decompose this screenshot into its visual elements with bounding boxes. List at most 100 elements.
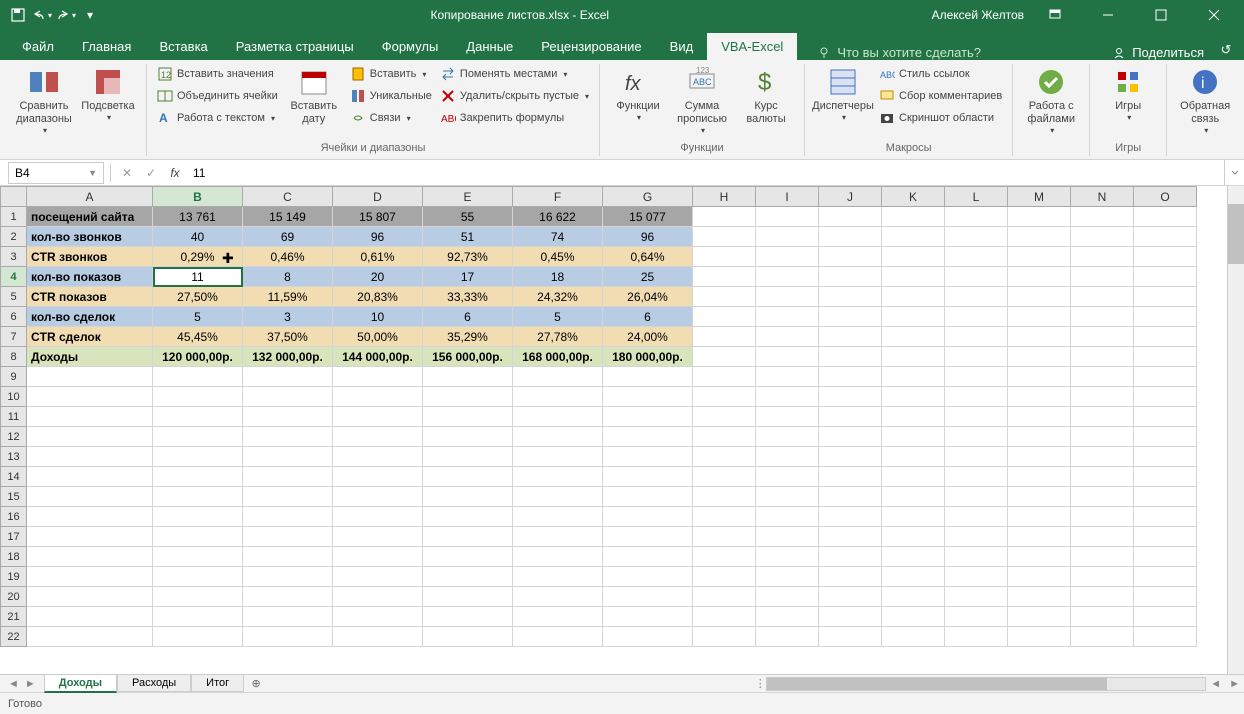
cell-E16[interactable] xyxy=(423,507,513,527)
cell-K17[interactable] xyxy=(882,527,945,547)
expand-formula-bar-icon[interactable] xyxy=(1224,160,1244,185)
cell-L14[interactable] xyxy=(945,467,1008,487)
cell-B10[interactable] xyxy=(153,387,243,407)
cell-F7[interactable]: 27,78% xyxy=(513,327,603,347)
cell-N15[interactable] xyxy=(1071,487,1134,507)
cell-A18[interactable] xyxy=(27,547,153,567)
cell-N11[interactable] xyxy=(1071,407,1134,427)
row-header-6[interactable]: 6 xyxy=(1,307,27,327)
cell-H9[interactable] xyxy=(693,367,756,387)
cell-L3[interactable] xyxy=(945,247,1008,267)
cell-F1[interactable]: 16 622 xyxy=(513,207,603,227)
cell-I5[interactable] xyxy=(756,287,819,307)
col-header-D[interactable]: D xyxy=(333,187,423,207)
maximize-button[interactable] xyxy=(1138,0,1183,30)
cell-J19[interactable] xyxy=(819,567,882,587)
cell-K21[interactable] xyxy=(882,607,945,627)
swap-button[interactable]: Поменять местами▾ xyxy=(436,64,593,84)
cell-C13[interactable] xyxy=(243,447,333,467)
cell-D2[interactable]: 96 xyxy=(333,227,423,247)
cell-K6[interactable] xyxy=(882,307,945,327)
cell-L17[interactable] xyxy=(945,527,1008,547)
cell-H2[interactable] xyxy=(693,227,756,247)
cell-O5[interactable] xyxy=(1134,287,1197,307)
cell-D1[interactable]: 15 807 xyxy=(333,207,423,227)
cell-J8[interactable] xyxy=(819,347,882,367)
cell-G22[interactable] xyxy=(603,627,693,647)
cell-E2[interactable]: 51 xyxy=(423,227,513,247)
cell-N22[interactable] xyxy=(1071,627,1134,647)
cell-I13[interactable] xyxy=(756,447,819,467)
row-header-2[interactable]: 2 xyxy=(1,227,27,247)
cell-F9[interactable] xyxy=(513,367,603,387)
cell-E4[interactable]: 17 xyxy=(423,267,513,287)
cell-H17[interactable] xyxy=(693,527,756,547)
row-header-5[interactable]: 5 xyxy=(1,287,27,307)
cell-I6[interactable] xyxy=(756,307,819,327)
row-header-17[interactable]: 17 xyxy=(1,527,27,547)
cell-G11[interactable] xyxy=(603,407,693,427)
cell-L18[interactable] xyxy=(945,547,1008,567)
cell-F13[interactable] xyxy=(513,447,603,467)
cell-A7[interactable]: CTR сделок xyxy=(27,327,153,347)
text-tools-button[interactable]: AРабота с текстом▾ xyxy=(153,108,282,128)
cell-E19[interactable] xyxy=(423,567,513,587)
cell-E21[interactable] xyxy=(423,607,513,627)
cell-E10[interactable] xyxy=(423,387,513,407)
dispatchers-button[interactable]: Диспетчеры▾ xyxy=(811,64,875,125)
cell-L4[interactable] xyxy=(945,267,1008,287)
cell-L9[interactable] xyxy=(945,367,1008,387)
cell-C10[interactable] xyxy=(243,387,333,407)
vertical-scrollbar[interactable] xyxy=(1227,186,1244,674)
cell-D10[interactable] xyxy=(333,387,423,407)
cell-O3[interactable] xyxy=(1134,247,1197,267)
cell-G13[interactable] xyxy=(603,447,693,467)
cell-J21[interactable] xyxy=(819,607,882,627)
close-button[interactable] xyxy=(1191,0,1236,30)
row-header-7[interactable]: 7 xyxy=(1,327,27,347)
cell-B2[interactable]: 40 xyxy=(153,227,243,247)
cell-A3[interactable]: CTR звонков xyxy=(27,247,153,267)
cell-A6[interactable]: кол-во сделок xyxy=(27,307,153,327)
cell-G16[interactable] xyxy=(603,507,693,527)
cell-B3[interactable]: 0,29% xyxy=(153,247,243,267)
cell-G19[interactable] xyxy=(603,567,693,587)
history-icon[interactable]: ↺ xyxy=(1216,40,1236,60)
cell-G2[interactable]: 96 xyxy=(603,227,693,247)
cell-J9[interactable] xyxy=(819,367,882,387)
cell-G1[interactable]: 15 077 xyxy=(603,207,693,227)
cell-N2[interactable] xyxy=(1071,227,1134,247)
cell-O18[interactable] xyxy=(1134,547,1197,567)
cell-J11[interactable] xyxy=(819,407,882,427)
cell-K10[interactable] xyxy=(882,387,945,407)
cell-E12[interactable] xyxy=(423,427,513,447)
highlight-button[interactable]: Подсветка▾ xyxy=(76,64,140,125)
cell-B15[interactable] xyxy=(153,487,243,507)
cell-M18[interactable] xyxy=(1008,547,1071,567)
cell-K8[interactable] xyxy=(882,347,945,367)
cell-H19[interactable] xyxy=(693,567,756,587)
cell-E18[interactable] xyxy=(423,547,513,567)
cell-I1[interactable] xyxy=(756,207,819,227)
cell-J14[interactable] xyxy=(819,467,882,487)
cell-L1[interactable] xyxy=(945,207,1008,227)
cell-E22[interactable] xyxy=(423,627,513,647)
cell-C6[interactable]: 3 xyxy=(243,307,333,327)
cell-M15[interactable] xyxy=(1008,487,1071,507)
cell-A22[interactable] xyxy=(27,627,153,647)
cell-N21[interactable] xyxy=(1071,607,1134,627)
cell-H10[interactable] xyxy=(693,387,756,407)
insert-date-button[interactable]: Вставить дату xyxy=(282,64,346,128)
row-header-1[interactable]: 1 xyxy=(1,207,27,227)
cell-L10[interactable] xyxy=(945,387,1008,407)
cell-B16[interactable] xyxy=(153,507,243,527)
cell-M17[interactable] xyxy=(1008,527,1071,547)
row-header-8[interactable]: 8 xyxy=(1,347,27,367)
row-header-22[interactable]: 22 xyxy=(1,627,27,647)
row-header-13[interactable]: 13 xyxy=(1,447,27,467)
cell-A2[interactable]: кол-во звонков xyxy=(27,227,153,247)
col-header-J[interactable]: J xyxy=(819,187,882,207)
cell-I17[interactable] xyxy=(756,527,819,547)
cell-I11[interactable] xyxy=(756,407,819,427)
col-header-K[interactable]: K xyxy=(882,187,945,207)
